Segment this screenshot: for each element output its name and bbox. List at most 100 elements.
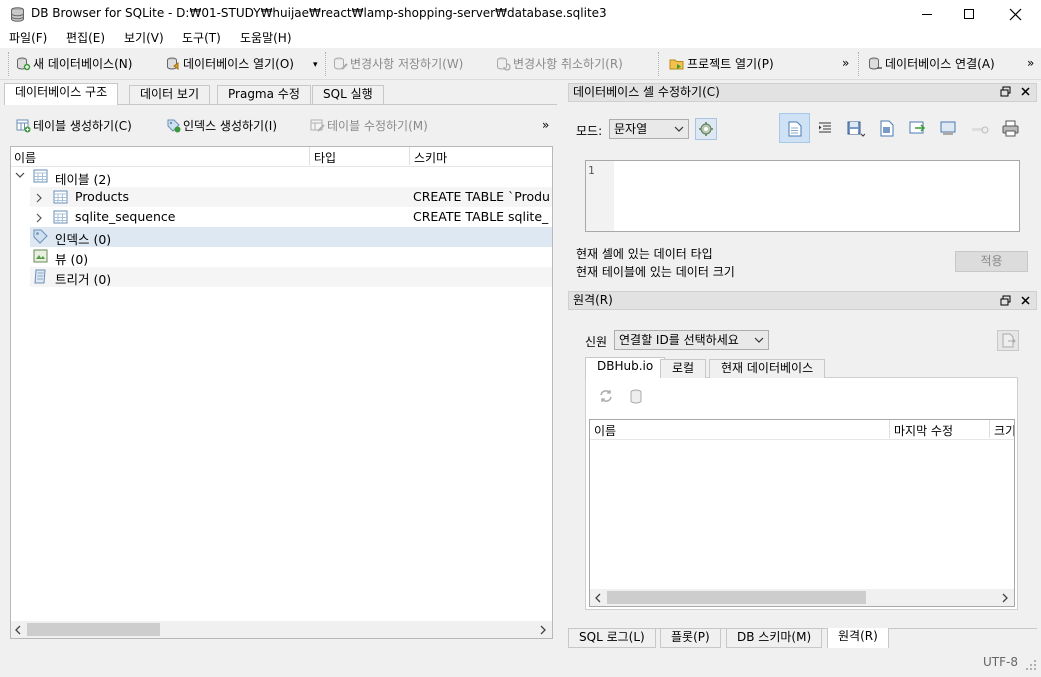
revert-changes-button[interactable]: 변경사항 취소하기(R)	[496, 55, 623, 72]
remote-dock-title: 원격(R)	[568, 291, 1037, 310]
identity-label: 신원	[585, 335, 608, 349]
structure-toolbar-overflow[interactable]: »	[542, 118, 549, 132]
toolbar-separator	[658, 52, 659, 76]
header-divider	[309, 147, 310, 165]
menu-tools[interactable]: 도구(T)	[182, 29, 221, 46]
tab-remote[interactable]: 원격(R)	[827, 628, 889, 649]
resize-grip-icon[interactable]	[1024, 658, 1038, 672]
open-project-icon	[669, 56, 685, 71]
create-index-button[interactable]: 인덱스 생성하기(I)	[166, 117, 277, 134]
export-icon[interactable]	[879, 120, 896, 137]
open-database-button[interactable]: 데이터베이스 열기(O)	[166, 55, 294, 72]
mode-select[interactable]: 문자열	[609, 119, 689, 139]
tab-current-database[interactable]: 현재 데이터베이스	[709, 359, 826, 378]
scrollbar-thumb[interactable]	[27, 623, 160, 636]
tree-views-label[interactable]: 뷰 (0)	[55, 249, 88, 268]
remote-column-name[interactable]: 이름	[594, 422, 616, 439]
maximize-button[interactable]	[946, 0, 992, 28]
table-icon	[53, 190, 68, 204]
write-changes-icon	[333, 56, 348, 71]
tab-db-schema[interactable]: DB 스키마(M)	[726, 629, 823, 648]
float-dock-icon[interactable]	[1000, 86, 1011, 97]
column-header-schema[interactable]: 스키마	[414, 149, 447, 166]
open-database-dropdown-icon[interactable]: ▾	[313, 60, 318, 70]
chevron-down-icon	[754, 331, 764, 349]
tab-dbhub[interactable]: DBHub.io	[585, 357, 666, 378]
refresh-icon[interactable]	[598, 388, 614, 404]
close-window-button[interactable]	[992, 0, 1038, 28]
menu-view[interactable]: 보기(V)	[124, 29, 164, 46]
close-dock-icon[interactable]	[1020, 86, 1031, 97]
header-bottom-border	[11, 166, 552, 167]
text-mode-button[interactable]	[779, 113, 810, 143]
scroll-right-icon[interactable]	[1001, 593, 1009, 603]
remote-column-size[interactable]: 크기	[994, 422, 1014, 439]
header-divider	[889, 420, 890, 438]
tab-edit-pragmas[interactable]: Pragma 수정	[217, 85, 311, 104]
modify-table-button[interactable]: 테이블 수정하기(M)	[310, 117, 428, 134]
write-changes-button[interactable]: 변경사항 저장하기(W)	[333, 55, 463, 72]
menu-help[interactable]: 도움말(H)	[240, 29, 292, 46]
identity-select[interactable]: 연결할 ID를 선택하세요	[614, 330, 769, 350]
edit-cell-dock-title: 데이터베이스 셀 수정하기(C)	[568, 83, 1037, 102]
scrollbar-thumb[interactable]	[607, 591, 866, 604]
toolbar-overflow-button[interactable]: »	[842, 56, 849, 70]
remote-database-list[interactable]	[589, 419, 1015, 607]
minimize-button[interactable]	[904, 0, 950, 28]
expand-chevron-icon[interactable]	[35, 213, 43, 223]
create-index-label: 인덱스 생성하기(I)	[183, 119, 277, 133]
collapse-chevron-icon[interactable]	[15, 170, 25, 180]
set-null-icon[interactable]	[909, 120, 926, 137]
tab-plot[interactable]: 플롯(P)	[660, 629, 721, 648]
create-table-button[interactable]: 테이블 생성하기(C)	[16, 117, 132, 134]
remote-column-last-modified[interactable]: 마지막 수정	[894, 422, 953, 439]
open-database-icon	[166, 56, 181, 71]
scroll-right-icon[interactable]	[539, 625, 547, 635]
open-in-external-icon[interactable]	[940, 120, 957, 137]
tree-triggers-label[interactable]: 트리거 (0)	[55, 269, 111, 288]
expand-chevron-icon[interactable]	[35, 193, 43, 203]
print-icon[interactable]	[1002, 120, 1019, 137]
clone-database-icon[interactable]	[629, 389, 645, 405]
data-size-info: 현재 테이블에 있는 데이터 크기	[576, 265, 735, 279]
new-database-button[interactable]: 새 데이터베이스(N)	[16, 55, 132, 72]
attach-database-label: 데이터베이스 연결(A)	[885, 57, 995, 71]
apply-button[interactable]: 적용	[955, 251, 1028, 272]
tab-local[interactable]: 로컬	[660, 359, 707, 378]
tree-tables-label[interactable]: 테이블 (2)	[55, 169, 111, 188]
tab-database-structure[interactable]: 데이터베이스 구조	[4, 83, 119, 105]
tab-browse-data[interactable]: 데이터 보기	[129, 85, 211, 104]
float-dock-icon[interactable]	[1000, 295, 1011, 306]
auto-switch-mode-button[interactable]	[695, 118, 717, 140]
attach-database-button[interactable]: 데이터베이스 연결(A)	[868, 55, 995, 72]
menu-file[interactable]: 파일(F)	[9, 29, 47, 46]
document-icon	[788, 121, 802, 137]
trigger-icon	[33, 269, 48, 284]
tab-execute-sql[interactable]: SQL 실행	[312, 85, 384, 104]
tree-table-name: Products	[75, 189, 129, 204]
index-icon	[33, 229, 49, 244]
toolbar-overflow-button-2[interactable]: »	[1027, 56, 1034, 70]
header-bottom-border	[590, 439, 1014, 440]
identity-settings-button[interactable]	[997, 330, 1019, 351]
tree-indices-label[interactable]: 인덱스 (0)	[55, 229, 111, 248]
close-dock-icon[interactable]	[1020, 295, 1031, 306]
indent-icon[interactable]	[818, 122, 832, 134]
word-wrap-icon[interactable]	[971, 123, 989, 135]
line-number: 1	[588, 164, 595, 177]
create-table-label: 테이블 생성하기(C)	[33, 119, 132, 133]
cell-editor[interactable]	[585, 160, 1020, 232]
open-project-button[interactable]: 프로젝트 열기(P)	[669, 55, 774, 72]
scroll-left-icon[interactable]	[14, 625, 22, 635]
column-header-type[interactable]: 타입	[314, 149, 336, 166]
tab-sql-log[interactable]: SQL 로그(L)	[568, 629, 656, 648]
window-title: DB Browser for SQLite - D:₩01-STUDY₩huij…	[31, 6, 607, 20]
import-icon[interactable]	[847, 120, 865, 138]
menu-edit[interactable]: 편집(E)	[66, 29, 105, 46]
app-database-icon	[10, 7, 25, 22]
tree-table-schema: CREATE TABLE `Produ	[413, 189, 550, 204]
identity-select-value: 연결할 ID를 선택하세요	[619, 333, 739, 347]
column-header-name[interactable]: 이름	[14, 149, 36, 166]
scroll-left-icon[interactable]	[594, 593, 602, 603]
new-database-icon	[16, 56, 31, 71]
